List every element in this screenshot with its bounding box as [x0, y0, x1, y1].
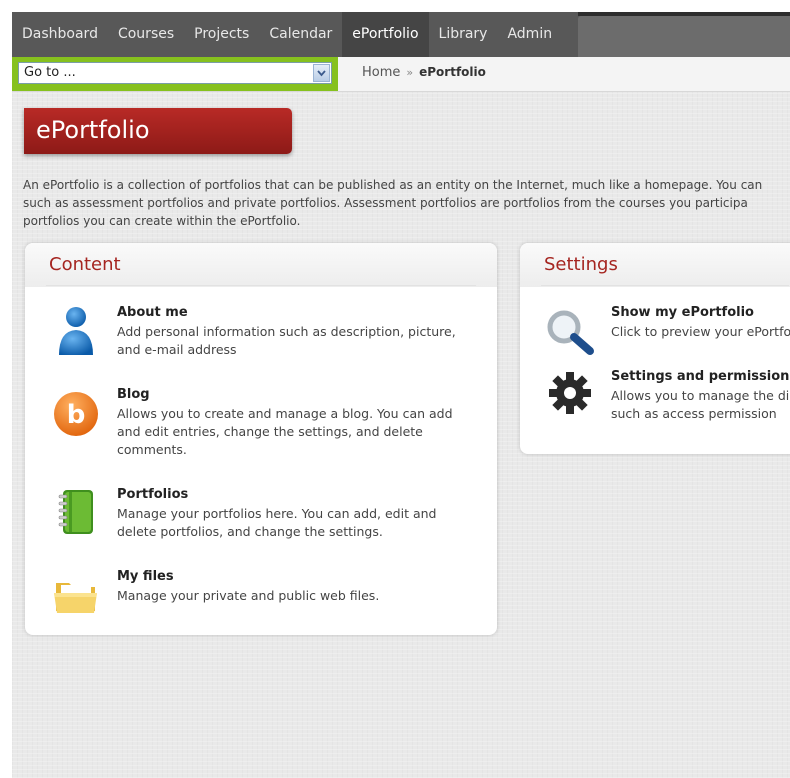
- item-title[interactable]: Show my ePortfolio: [611, 305, 754, 320]
- breadcrumb-home[interactable]: Home: [362, 65, 400, 80]
- description-line: Allows you to create and manage a blog. …: [117, 406, 453, 421]
- magnifier-icon: [544, 307, 594, 357]
- intro-line: portfolios you can create within the ePo…: [23, 214, 301, 228]
- chevron-down-icon[interactable]: [313, 64, 330, 82]
- app-frame: Dashboard Courses Projects Calendar ePor…: [12, 12, 790, 778]
- content-panel: Content About me Add personal informatio…: [25, 243, 497, 635]
- intro-line: such as assessment portfolios and privat…: [23, 196, 748, 210]
- item-title[interactable]: Blog: [117, 387, 150, 402]
- description-line: Add personal information such as descrip…: [117, 324, 456, 339]
- settings-panel-header: Settings: [520, 243, 790, 287]
- breadcrumb-separator: »: [406, 66, 414, 79]
- item-description: Add personal information such as descrip…: [117, 323, 456, 359]
- item-description: Manage your portfolios here. You can add…: [117, 505, 436, 541]
- nav-calendar[interactable]: Calendar: [259, 12, 342, 57]
- intro-line: An ePortfolio is a collection of portfol…: [23, 178, 763, 192]
- breadcrumb-current: ePortfolio: [419, 65, 486, 79]
- item-description: Manage your private and public web files…: [117, 587, 379, 605]
- svg-text:b: b: [67, 400, 86, 430]
- topbar-end-panel: [578, 16, 790, 57]
- settings-panel-title: Settings: [544, 254, 618, 275]
- item-title[interactable]: Settings and permissions: [611, 369, 790, 384]
- item-description: Click to preview your ePortfo: [611, 323, 790, 341]
- goto-select-value: Go to ...: [24, 65, 76, 80]
- settings-panel: Settings Show my ePortfolio Click to pre…: [520, 243, 790, 454]
- description-line: delete portfolios, and change the settin…: [117, 524, 383, 539]
- description-line: such as access permission: [611, 406, 777, 421]
- divider: [46, 285, 476, 286]
- blog-icon: b: [51, 389, 101, 439]
- description-line: Manage your portfolios here. You can add…: [117, 506, 437, 521]
- person-icon: [51, 305, 101, 355]
- nav-dashboard[interactable]: Dashboard: [12, 12, 108, 57]
- page-title-banner: ePortfolio: [24, 108, 292, 154]
- description-line: Manage your private and public web files…: [117, 588, 380, 603]
- description-line: Allows you to manage the di: [611, 388, 790, 403]
- nav-projects[interactable]: Projects: [184, 12, 259, 57]
- item-description: Allows you to create and manage a blog. …: [117, 405, 453, 459]
- description-line: and edit entries, change the settings, a…: [117, 424, 423, 439]
- gear-icon: [546, 369, 596, 419]
- page-title: ePortfolio: [36, 116, 150, 144]
- main-nav: Dashboard Courses Projects Calendar ePor…: [12, 12, 562, 57]
- description-line: and e-mail address: [117, 342, 237, 357]
- intro-text: An ePortfolio is a collection of portfol…: [23, 176, 790, 230]
- content-panel-title: Content: [49, 254, 121, 275]
- goto-select[interactable]: Go to ...: [18, 62, 332, 84]
- nav-courses[interactable]: Courses: [108, 12, 184, 57]
- goto-container: Go to ...: [12, 57, 338, 91]
- nav-admin[interactable]: Admin: [497, 12, 562, 57]
- item-title[interactable]: Portfolios: [117, 487, 188, 502]
- content-panel-header: Content: [25, 243, 497, 287]
- folder-icon: [51, 569, 101, 619]
- nav-eportfolio[interactable]: ePortfolio: [342, 12, 429, 57]
- item-title[interactable]: My files: [117, 569, 174, 584]
- breadcrumb: Home » ePortfolio: [362, 65, 486, 80]
- item-title[interactable]: About me: [117, 305, 188, 320]
- item-description: Allows you to manage the di such as acce…: [611, 387, 789, 423]
- nav-library[interactable]: Library: [429, 12, 498, 57]
- divider: [541, 285, 789, 286]
- description-line: comments.: [117, 442, 187, 457]
- notebook-icon: [51, 487, 101, 537]
- description-line: Click to preview your ePortfo: [611, 324, 790, 339]
